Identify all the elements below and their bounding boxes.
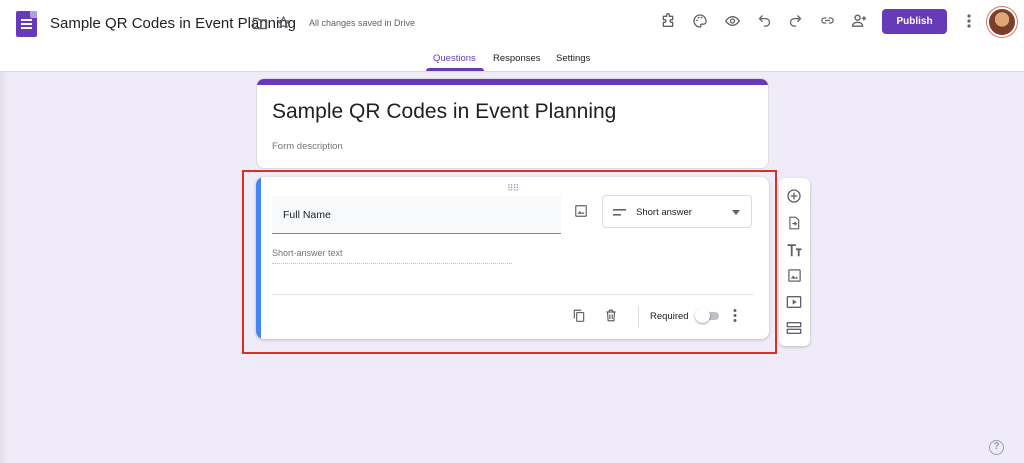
more-vert-icon[interactable] [962, 13, 976, 29]
avatar[interactable] [989, 9, 1015, 35]
help-icon[interactable]: ? [989, 440, 1004, 455]
tab-responses[interactable]: Responses [493, 53, 541, 64]
question-more-icon[interactable] [730, 308, 740, 323]
folder-icon[interactable] [252, 16, 268, 30]
drag-handle-icon[interactable]: ⠿⠿ [507, 183, 519, 194]
required-toggle-knob[interactable] [695, 308, 710, 323]
tab-questions[interactable]: Questions [433, 53, 476, 64]
question-type-dropdown[interactable]: Short answer [602, 195, 752, 228]
short-answer-icon [613, 209, 626, 216]
question-type-label: Short answer [636, 207, 692, 218]
add-video-icon[interactable] [786, 295, 802, 309]
question-title: Full Name [283, 209, 331, 221]
import-questions-icon[interactable] [787, 215, 801, 231]
left-edge-shadow [0, 72, 8, 463]
add-image-side-icon[interactable] [787, 268, 802, 283]
active-question-bar [256, 177, 261, 339]
duplicate-icon[interactable] [572, 308, 586, 323]
tab-settings[interactable]: Settings [556, 53, 590, 64]
form-header-card[interactable]: Sample QR Codes in Event Planning Form d… [256, 78, 769, 169]
add-image-icon[interactable] [574, 204, 588, 218]
chevron-down-icon [732, 210, 740, 215]
footer-divider [272, 294, 753, 295]
side-toolbar [779, 178, 810, 346]
forms-app-icon[interactable] [16, 11, 37, 37]
delete-icon[interactable] [604, 308, 618, 323]
form-title[interactable]: Sample QR Codes in Event Planning [272, 100, 616, 124]
form-accent-bar [257, 79, 768, 85]
top-bar: Sample QR Codes in Event Planning All ch… [0, 0, 1024, 72]
short-answer-placeholder: Short-answer text [272, 248, 343, 258]
required-label: Required [650, 311, 689, 322]
add-question-icon[interactable] [786, 188, 802, 204]
link-icon[interactable] [819, 13, 836, 28]
save-status: All changes saved in Drive [309, 18, 416, 28]
palette-icon[interactable] [692, 13, 708, 29]
active-tab-indicator [426, 68, 484, 71]
add-title-icon[interactable] [786, 243, 803, 257]
question-title-input[interactable]: Full Name [272, 196, 561, 234]
addons-icon[interactable] [660, 13, 676, 29]
question-card[interactable]: ⠿⠿ Full Name Short answer Short-answer t… [256, 177, 769, 339]
undo-icon[interactable] [757, 13, 772, 28]
redo-icon[interactable] [788, 13, 803, 28]
preview-icon[interactable] [724, 13, 741, 29]
add-collaborator-icon[interactable] [850, 12, 868, 29]
add-section-icon[interactable] [786, 321, 802, 335]
footer-separator [638, 306, 639, 328]
form-description-field[interactable]: Form description [272, 141, 343, 152]
publish-button[interactable]: Publish [882, 9, 947, 34]
star-icon[interactable] [276, 15, 291, 30]
short-answer-field: Short-answer text [272, 248, 512, 264]
